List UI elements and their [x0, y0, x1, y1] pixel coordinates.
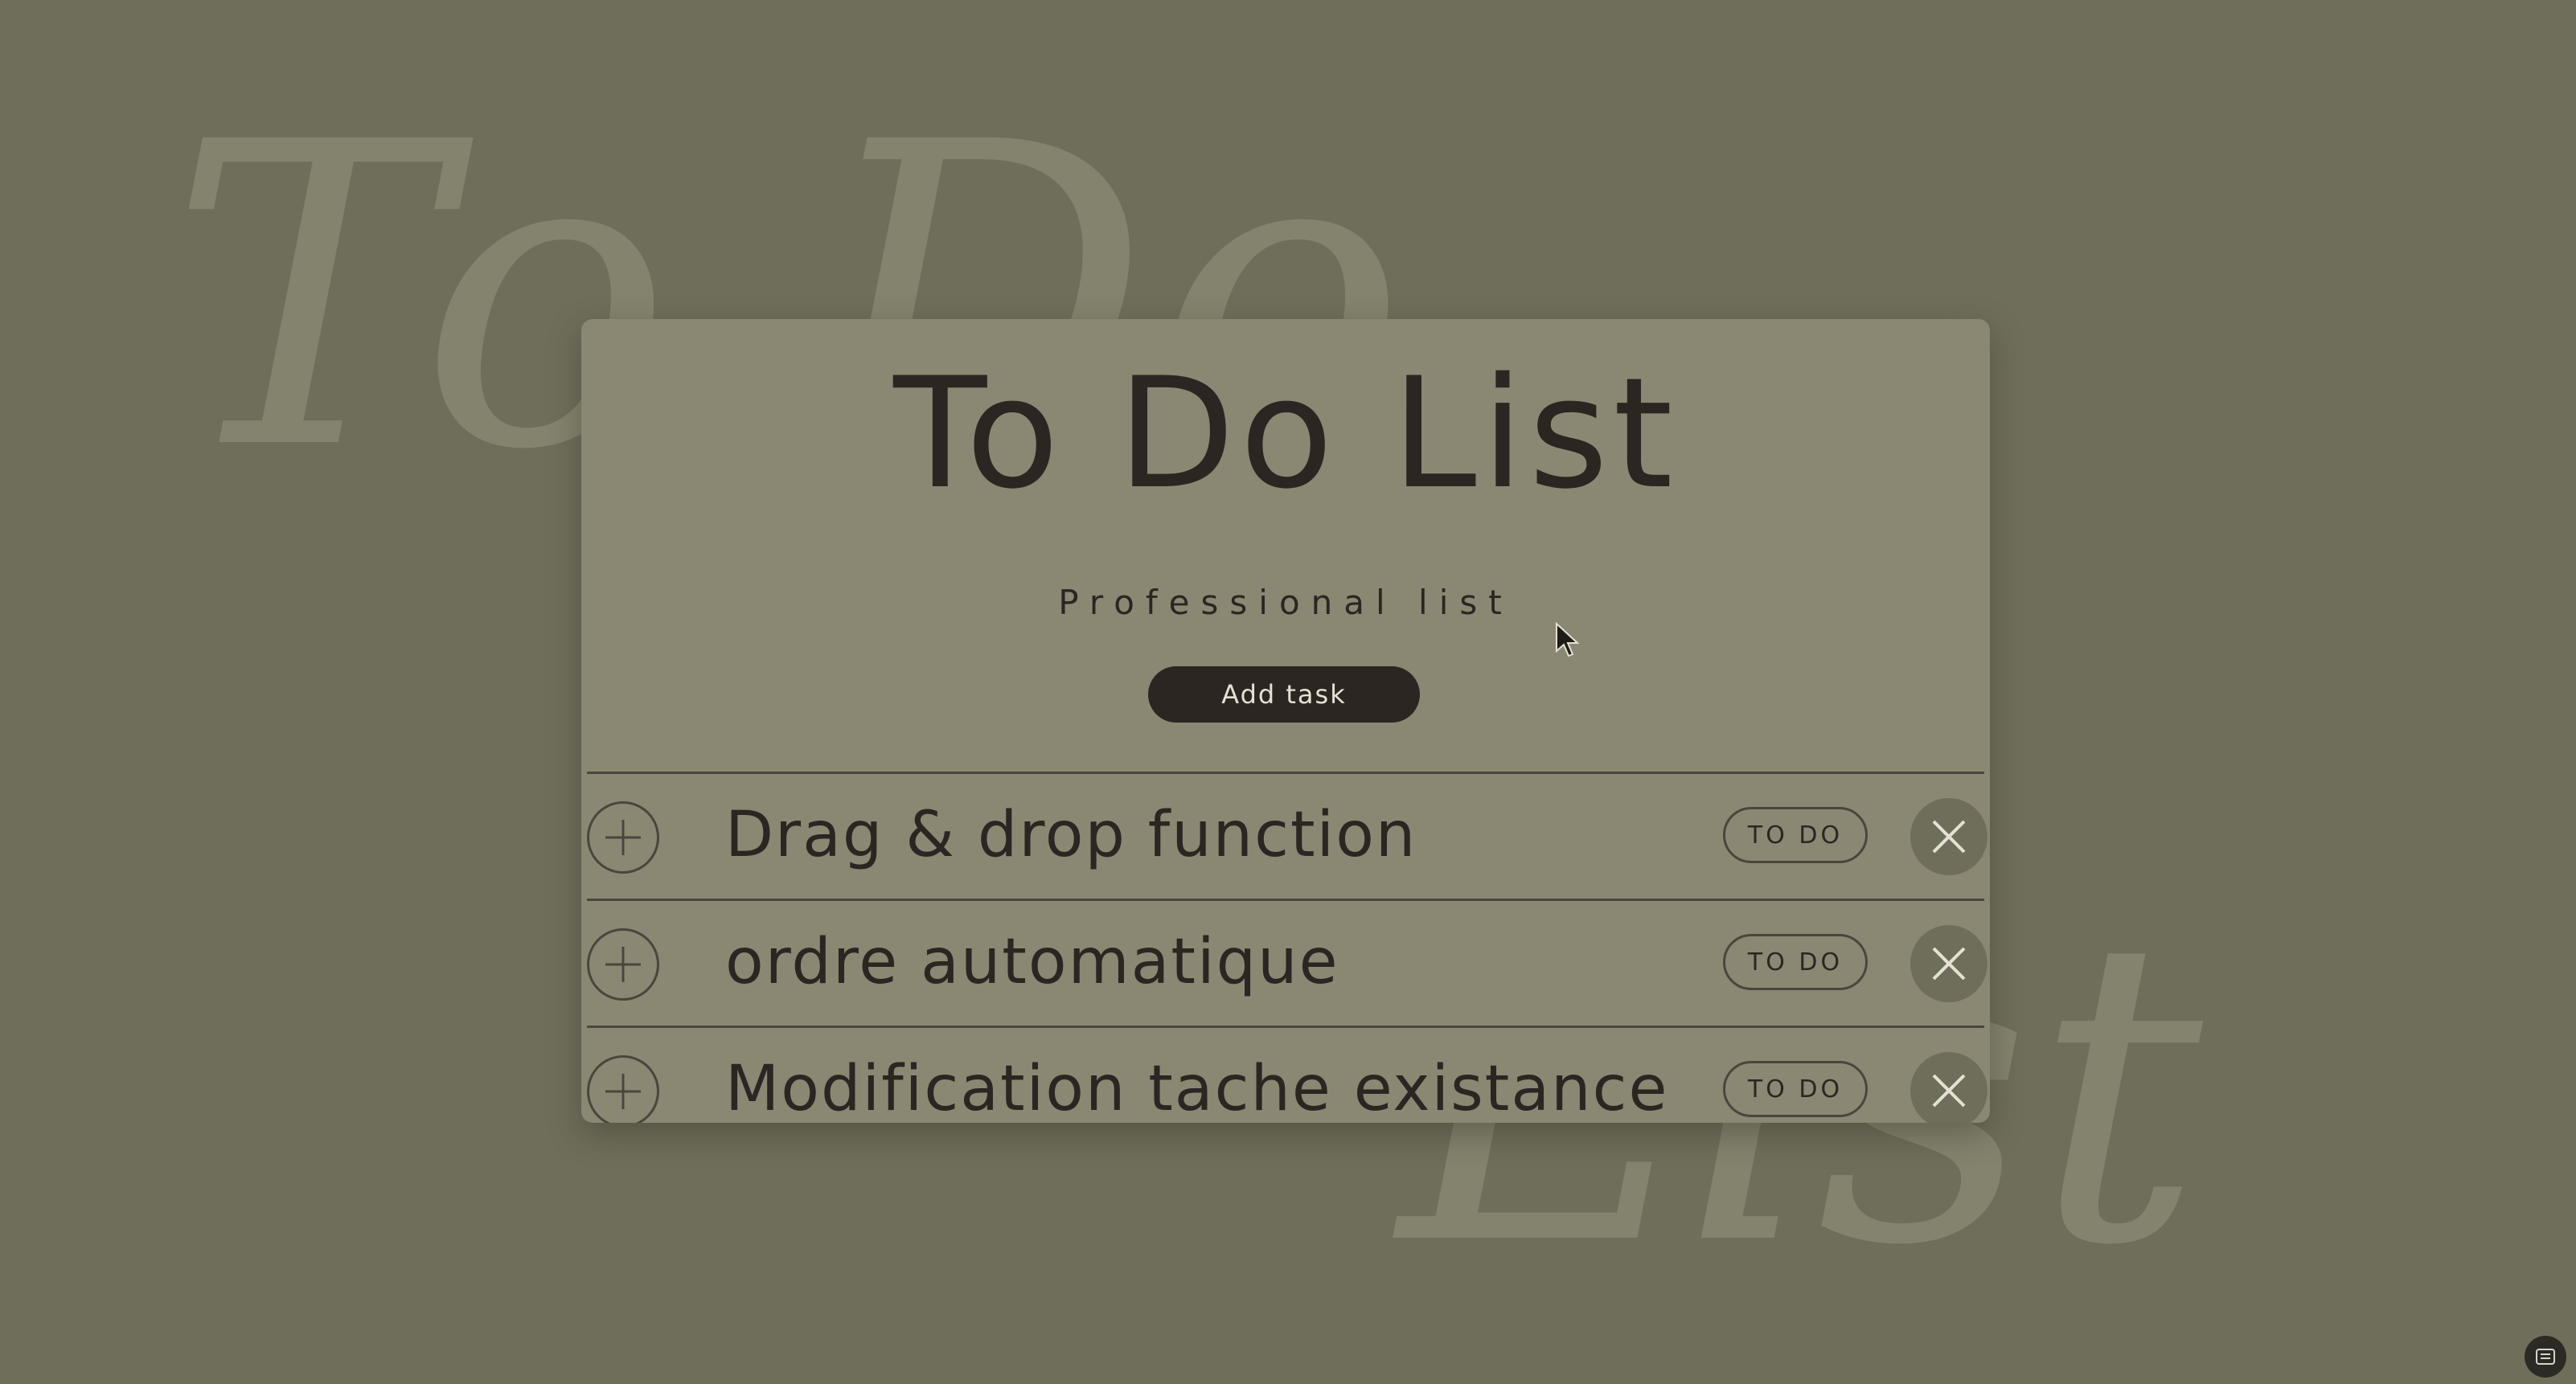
- screen-capture-icon[interactable]: [2525, 1336, 2566, 1378]
- mouse-cursor-icon: [1555, 621, 1580, 659]
- todo-card: To Do List Add task Drag & drop function…: [581, 319, 1990, 1123]
- plus-icon[interactable]: [587, 801, 659, 874]
- task-row: Modification tache existance TO DO: [587, 1026, 1987, 1123]
- status-badge[interactable]: TO DO: [1723, 1061, 1868, 1117]
- task-row: ordre automatique TO DO: [587, 899, 1987, 1026]
- subtitle: Professional list: [1058, 583, 1513, 622]
- plus-icon[interactable]: [587, 1055, 659, 1123]
- close-icon[interactable]: [1910, 925, 1987, 1002]
- status-badge[interactable]: TO DO: [1723, 934, 1868, 990]
- close-icon[interactable]: [1910, 798, 1987, 875]
- page-title: To Do List: [893, 345, 1678, 522]
- add-task-button[interactable]: Add task: [1148, 666, 1420, 723]
- task-name: ordre automatique: [725, 926, 1339, 998]
- task-name: Drag & drop function: [725, 799, 1417, 871]
- close-icon[interactable]: [1910, 1052, 1987, 1123]
- status-badge[interactable]: TO DO: [1723, 807, 1868, 863]
- task-list: Drag & drop function TO DO ordre automat…: [587, 772, 1987, 1123]
- task-name: Modification tache existance: [725, 1053, 1669, 1123]
- plus-icon[interactable]: [587, 928, 659, 1001]
- task-row: Drag & drop function TO DO: [587, 772, 1987, 899]
